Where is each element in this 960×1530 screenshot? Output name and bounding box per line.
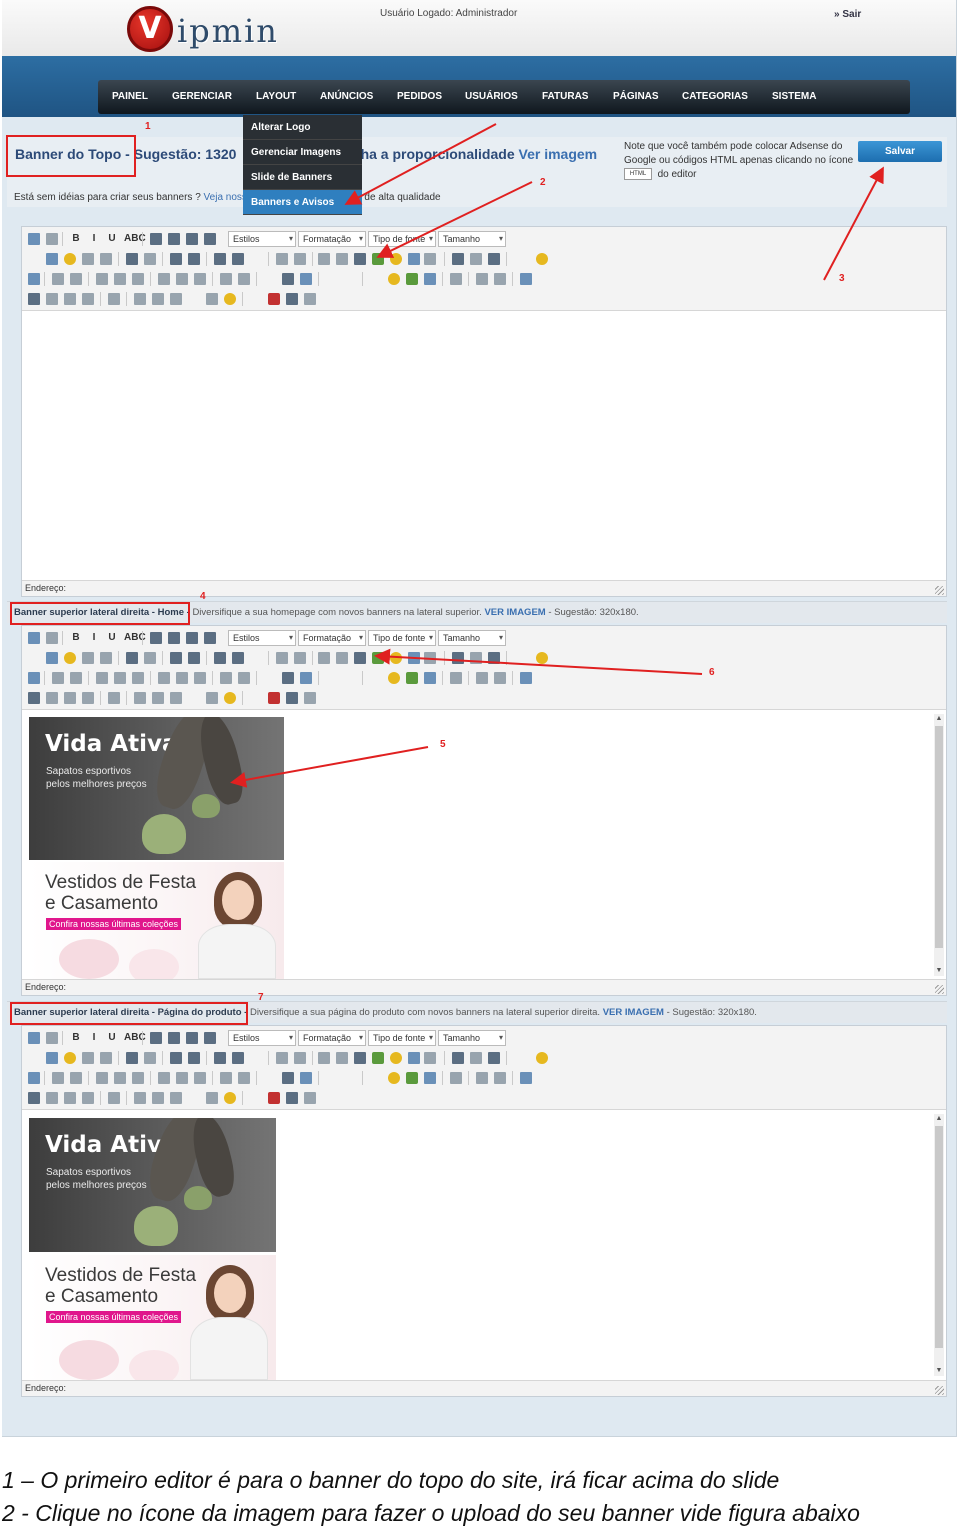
arrow-to-image-icon-1: [376, 181, 533, 258]
caption-2: 2 - Clique no ícone da imagem para fazer…: [2, 1500, 860, 1526]
caption-1: 1 – O primeiro editor é para o banner do…: [2, 1467, 780, 1493]
arrow-to-image-icon-2: [374, 648, 703, 675]
arrow-to-save: [823, 166, 884, 281]
annotation-arrows: [230, 123, 884, 788]
screenshot: V ipmin Usuário Logado: Administrador » …: [2, 0, 957, 1437]
arrow-to-menu: [344, 123, 497, 205]
arrow-to-banner: [230, 746, 429, 788]
